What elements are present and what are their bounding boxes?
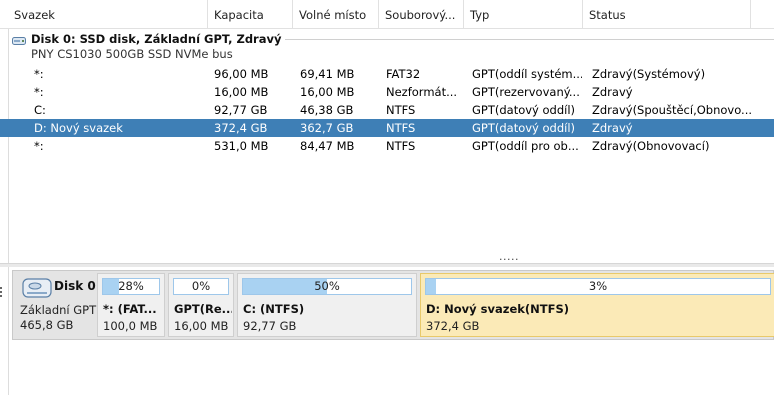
table-row[interactable]: *: 96,00 MB 69,41 MB FAT32 GPT(oddíl systém.… xyxy=(0,65,774,83)
table-row[interactable]: C: 92,77 GB 46,38 GB NTFS GPT(datový oddíl) Z… xyxy=(0,101,774,119)
usage-percent: 0% xyxy=(191,279,211,293)
type-cell: GPT(oddíl systém... xyxy=(472,67,582,81)
usage-percent: 28% xyxy=(118,279,144,293)
capacity-cell: 372,4 GB xyxy=(214,121,268,135)
column-header-kapacita[interactable]: Kapacita xyxy=(208,0,293,29)
partition-block[interactable]: 50% C: (NTFS) 92,77 GB xyxy=(237,273,417,337)
free-space-cell: 84,47 MB xyxy=(300,139,355,153)
status-cell: Zdravý xyxy=(592,85,633,99)
column-header-souborovy[interactable]: Souborový... xyxy=(379,0,464,29)
volume-list: *: 96,00 MB 69,41 MB FAT32 GPT(oddíl systém.… xyxy=(0,65,774,155)
partition-block[interactable]: 3% D: Nový svazek(NTFS) 372,4 GB xyxy=(420,273,774,337)
column-header: Svazek Kapacita Volné místo Souborový...… xyxy=(0,0,774,29)
usage-bar: 3% xyxy=(425,278,771,295)
volume-name-cell: *: xyxy=(34,67,44,81)
status-cell: Zdravý xyxy=(592,121,633,135)
partition-size: 92,77 GB xyxy=(243,319,297,333)
volume-name-cell: *: xyxy=(34,85,44,99)
volume-name-cell: *: xyxy=(34,139,44,153)
more-indicator: ..... xyxy=(499,250,519,263)
group-divider xyxy=(285,39,774,40)
partition-block[interactable]: 0% GPT(Re... 16,00 MB xyxy=(168,273,234,337)
disk-map-disk-info[interactable]: Disk 0 Základní GPT 465,8 GB xyxy=(13,271,97,339)
disk-group-subtitle: PNY CS1030 500GB SSD NVMe bus xyxy=(31,47,233,61)
table-row[interactable]: *: 531,0 MB 84,47 MB NTFS GPT(oddíl pro ob..… xyxy=(0,137,774,155)
column-header-svazek[interactable]: Svazek xyxy=(8,0,208,29)
volume-name-cell: C: xyxy=(34,103,46,117)
filesystem-cell: NTFS xyxy=(386,121,416,135)
disk-map-size: 465,8 GB xyxy=(20,318,74,332)
status-cell: Zdravý(Obnovovací) xyxy=(592,139,710,153)
status-cell: Zdravý(Spouštěcí,Obnovo... xyxy=(592,103,753,117)
partition-label: D: Nový svazek(NTFS) xyxy=(426,302,570,316)
type-cell: GPT(oddíl pro ob... xyxy=(472,139,579,153)
capacity-cell: 531,0 MB xyxy=(214,139,269,153)
filesystem-cell: FAT32 xyxy=(386,67,421,81)
disk-map-name: Disk 0 xyxy=(54,279,96,293)
status-cell: Zdravý(Systémový) xyxy=(592,67,706,81)
free-space-cell: 16,00 MB xyxy=(300,85,355,99)
usage-bar: 50% xyxy=(242,278,412,295)
column-header-typ[interactable]: Typ xyxy=(464,0,583,29)
partition-size: 372,4 GB xyxy=(426,319,480,333)
free-space-cell: 362,7 GB xyxy=(300,121,354,135)
volume-name-cell: D: Nový svazek xyxy=(34,121,123,135)
partition-size: 100,0 MB xyxy=(103,319,158,333)
grip-handle[interactable] xyxy=(0,285,3,299)
usage-percent: 3% xyxy=(588,279,608,293)
disk-map-type: Základní GPT xyxy=(20,303,97,317)
pane-splitter[interactable] xyxy=(0,263,774,267)
column-header-volne-misto[interactable]: Volné místo xyxy=(293,0,379,29)
drive-icon xyxy=(12,35,26,50)
table-row[interactable]: D: Nový svazek 372,4 GB 362,7 GB NTFS GPT(da… xyxy=(0,119,774,137)
disk-group-title: Disk 0: SSD disk, Základní GPT, Zdravý xyxy=(31,32,282,46)
partition-block[interactable]: 28% *: (FAT... 100,0 MB xyxy=(97,273,165,337)
capacity-cell: 16,00 MB xyxy=(214,85,269,99)
capacity-cell: 92,77 GB xyxy=(214,103,268,117)
column-header-status[interactable]: Status xyxy=(583,0,751,29)
usage-bar: 0% xyxy=(173,278,229,295)
disk-group-header[interactable]: Disk 0: SSD disk, Základní GPT, Zdravý P… xyxy=(0,29,774,65)
filesystem-cell: NTFS xyxy=(386,139,416,153)
type-cell: GPT(datový oddíl) xyxy=(472,121,576,135)
filesystem-cell: Nezformát... xyxy=(386,85,458,99)
disk-map: Disk 0 Základní GPT 465,8 GB 28% *: (FAT.… xyxy=(12,270,774,340)
usage-percent: 50% xyxy=(314,279,340,293)
filesystem-cell: NTFS xyxy=(386,103,416,117)
free-space-cell: 69,41 MB xyxy=(300,67,355,81)
partition-label: C: (NTFS) xyxy=(243,302,305,316)
table-row[interactable]: *: 16,00 MB 16,00 MB Nezformát... GPT(rezerv… xyxy=(0,83,774,101)
partition-label: *: (FAT... xyxy=(103,302,157,316)
free-space-cell: 46,38 GB xyxy=(300,103,354,117)
capacity-cell: 96,00 MB xyxy=(214,67,269,81)
type-cell: GPT(datový oddíl) xyxy=(472,103,576,117)
partition-size: 16,00 MB xyxy=(174,319,229,333)
hard-disk-icon xyxy=(22,276,52,303)
partition-label: GPT(Re... xyxy=(174,302,232,316)
usage-bar: 28% xyxy=(102,278,160,295)
type-cell: GPT(rezervovaný... xyxy=(472,85,580,99)
